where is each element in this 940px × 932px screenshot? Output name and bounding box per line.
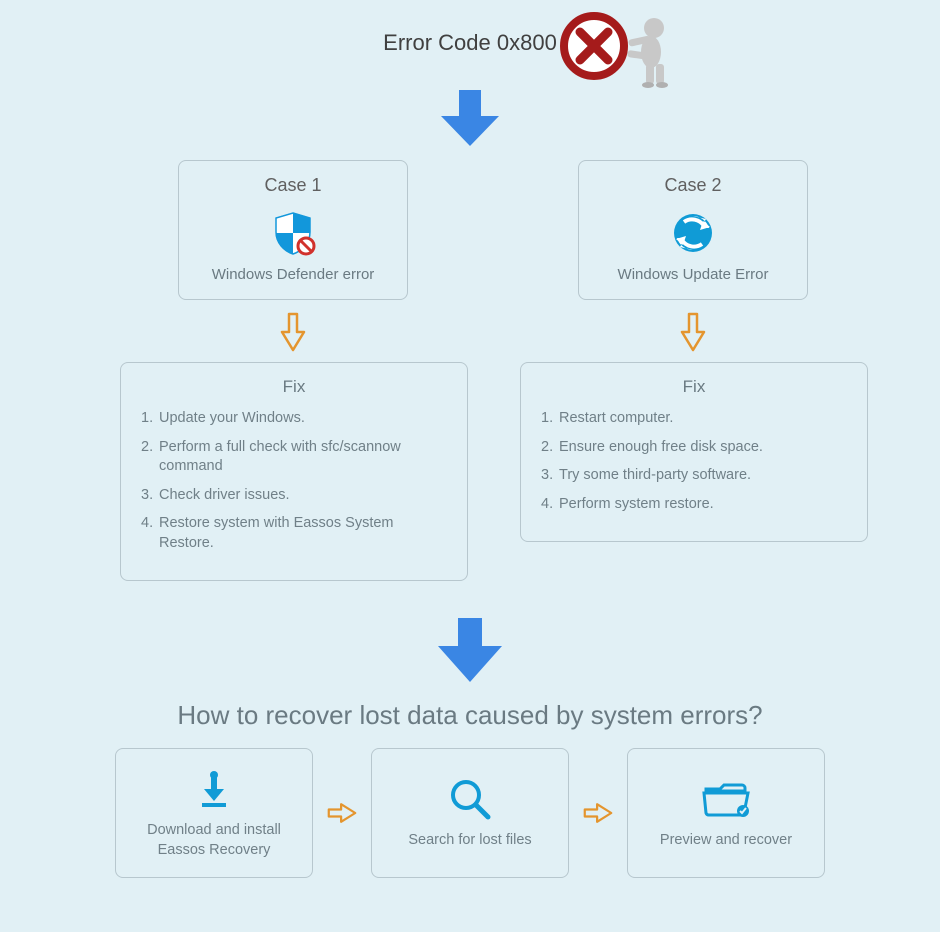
- step-3-box: Preview and recover: [627, 748, 825, 878]
- case-2-desc: Windows Update Error: [579, 266, 807, 283]
- fix-2-list: 1.Restart computer. 2.Ensure enough free…: [541, 409, 847, 514]
- step-2-box: Search for lost files: [371, 748, 569, 878]
- fix-1-item: Update your Windows.: [159, 409, 305, 429]
- arrow-down-icon: [435, 88, 505, 148]
- search-icon: [448, 775, 492, 823]
- step-1-label: Download and install Eassos Recovery: [130, 821, 298, 860]
- arrow-right-outline-icon: [583, 801, 613, 825]
- fix-2-heading: Fix: [541, 377, 847, 397]
- page-title: Error Code 0x800: [0, 30, 940, 56]
- case-2-box: Case 2 Windows Update Error: [578, 160, 808, 300]
- recover-heading: How to recover lost data caused by syste…: [0, 700, 940, 731]
- case-1-title: Case 1: [179, 175, 407, 196]
- arrow-down-outline-icon: [280, 312, 306, 357]
- fix-2-item: Restart computer.: [559, 409, 673, 429]
- case-2-title: Case 2: [579, 175, 807, 196]
- fix-1-item: Perform a full check with sfc/scannow co…: [159, 438, 447, 477]
- step-3-label: Preview and recover: [660, 831, 792, 851]
- fix-1-heading: Fix: [141, 377, 447, 397]
- fix-2-item: Ensure enough free disk space.: [559, 438, 763, 458]
- error-illustration: [558, 8, 688, 88]
- folder-check-icon: [702, 775, 750, 823]
- step-2-label: Search for lost files: [408, 831, 531, 851]
- update-icon: [579, 208, 807, 258]
- defender-shield-icon: [179, 208, 407, 258]
- fix-1-box: Fix 1.Update your Windows. 2.Perform a f…: [120, 362, 468, 581]
- fix-1-item: Restore system with Eassos System Restor…: [159, 514, 447, 553]
- fix-2-item: Try some third-party software.: [559, 466, 751, 486]
- fix-1-item: Check driver issues.: [159, 486, 290, 506]
- fix-1-list: 1.Update your Windows. 2.Perform a full …: [141, 409, 447, 553]
- case-1-box: Case 1 Windows Defender error: [178, 160, 408, 300]
- figure-icon: [627, 18, 668, 88]
- fix-2-box: Fix 1.Restart computer. 2.Ensure enough …: [520, 362, 868, 542]
- case-1-desc: Windows Defender error: [179, 266, 407, 283]
- download-icon: [194, 765, 234, 813]
- arrow-down-outline-icon: [680, 312, 706, 357]
- fix-2-item: Perform system restore.: [559, 495, 714, 515]
- arrow-down-icon: [432, 616, 508, 684]
- arrow-right-outline-icon: [327, 801, 357, 825]
- red-x-badge-icon: [564, 16, 624, 76]
- steps-row: Download and install Eassos Recovery Sea…: [0, 748, 940, 878]
- step-1-box: Download and install Eassos Recovery: [115, 748, 313, 878]
